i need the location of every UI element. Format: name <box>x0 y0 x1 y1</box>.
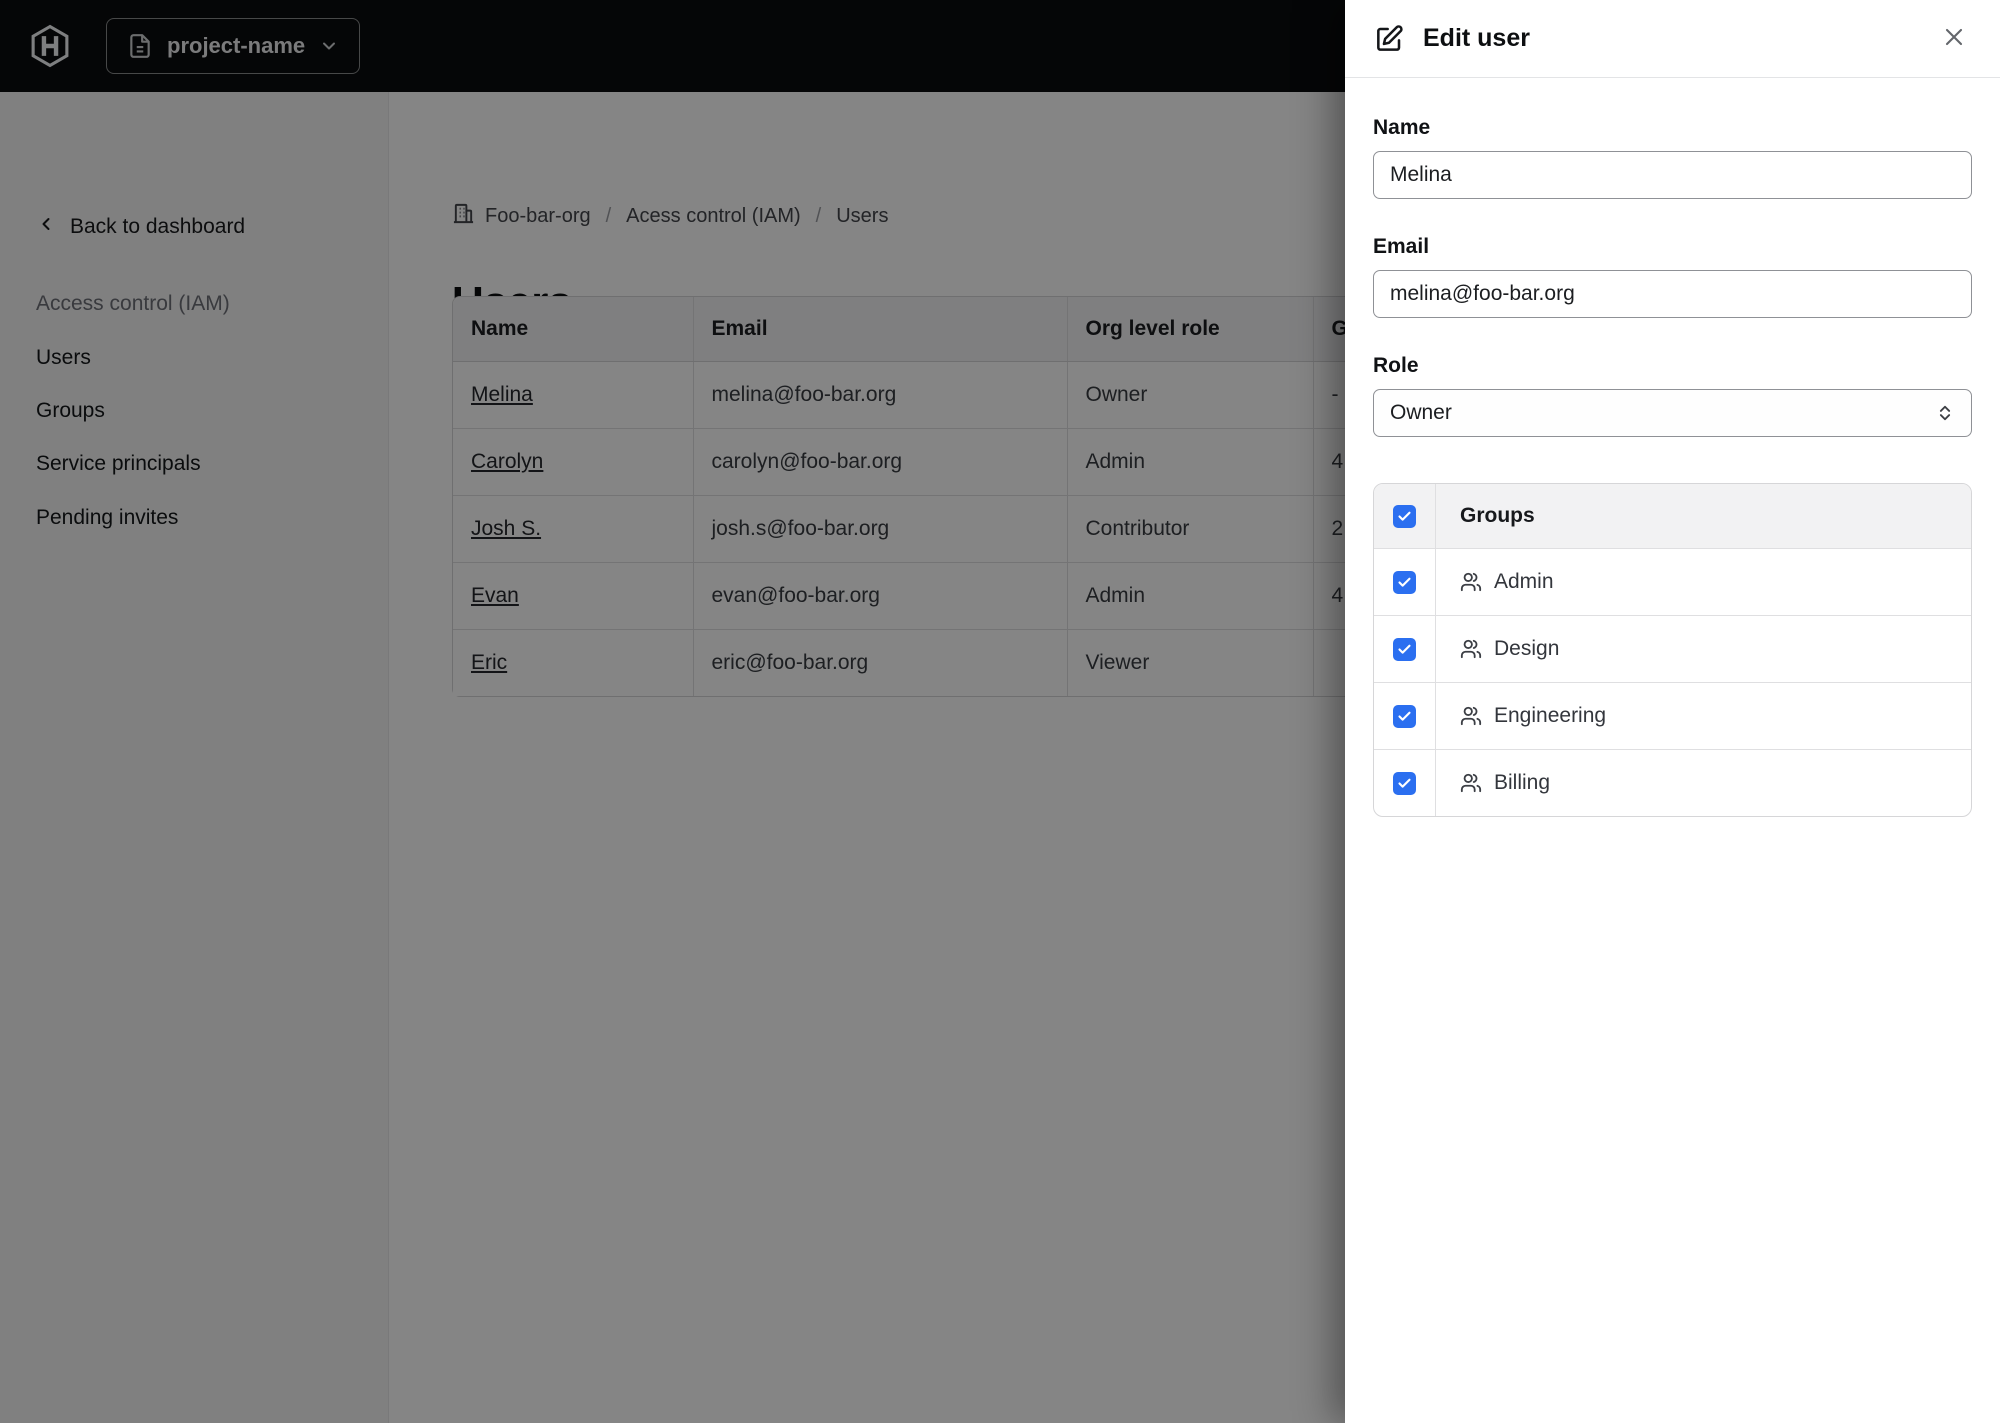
role-select-value: Owner <box>1390 401 1452 424</box>
group-label: Engineering <box>1494 704 1607 727</box>
role-select[interactable]: Owner <box>1373 389 1972 437</box>
group-label: Design <box>1494 637 1560 660</box>
close-icon <box>1942 25 1966 52</box>
group-checkbox-admin[interactable] <box>1393 570 1416 594</box>
group-row-billing: Billing <box>1374 749 1971 816</box>
role-field-label: Role <box>1373 354 1419 377</box>
group-row-engineering: Engineering <box>1374 682 1971 749</box>
group-checkbox-billing[interactable] <box>1393 771 1416 795</box>
group-label: Billing <box>1494 771 1551 794</box>
app-root: project-name Back to dashboard Access co… <box>0 0 2000 1423</box>
groups-panel: Groups Admin Design Engineering Billing <box>1373 483 1972 817</box>
email-field[interactable] <box>1373 270 1972 318</box>
drawer-body: Name Email Role Owner <box>1345 78 2000 1423</box>
group-label: Admin <box>1494 570 1554 593</box>
groups-header-row: Groups <box>1374 484 1971 548</box>
edit-pencil-icon <box>1373 23 1405 55</box>
drawer-title: Edit user <box>1423 24 1530 52</box>
email-field-label: Email <box>1373 235 1430 258</box>
group-checkbox-design[interactable] <box>1393 637 1416 661</box>
name-field[interactable] <box>1373 151 1972 199</box>
group-row-design: Design <box>1374 615 1971 682</box>
drawer-header: Edit user <box>1345 0 2000 78</box>
name-field-label: Name <box>1373 116 1431 139</box>
users-group-icon <box>1460 571 1482 593</box>
users-group-icon <box>1460 705 1482 727</box>
groups-header-label: Groups <box>1460 504 1535 527</box>
select-caret-icon <box>1935 403 1955 423</box>
drawer-close-button[interactable] <box>1936 19 1972 58</box>
group-row-admin: Admin <box>1374 548 1971 615</box>
group-checkbox-engineering[interactable] <box>1393 704 1416 728</box>
edit-user-drawer: Edit user Name Email Role Owner <box>1345 0 2000 1423</box>
users-group-icon <box>1460 772 1482 794</box>
users-group-icon <box>1460 638 1482 660</box>
groups-select-all-checkbox[interactable] <box>1393 504 1416 528</box>
